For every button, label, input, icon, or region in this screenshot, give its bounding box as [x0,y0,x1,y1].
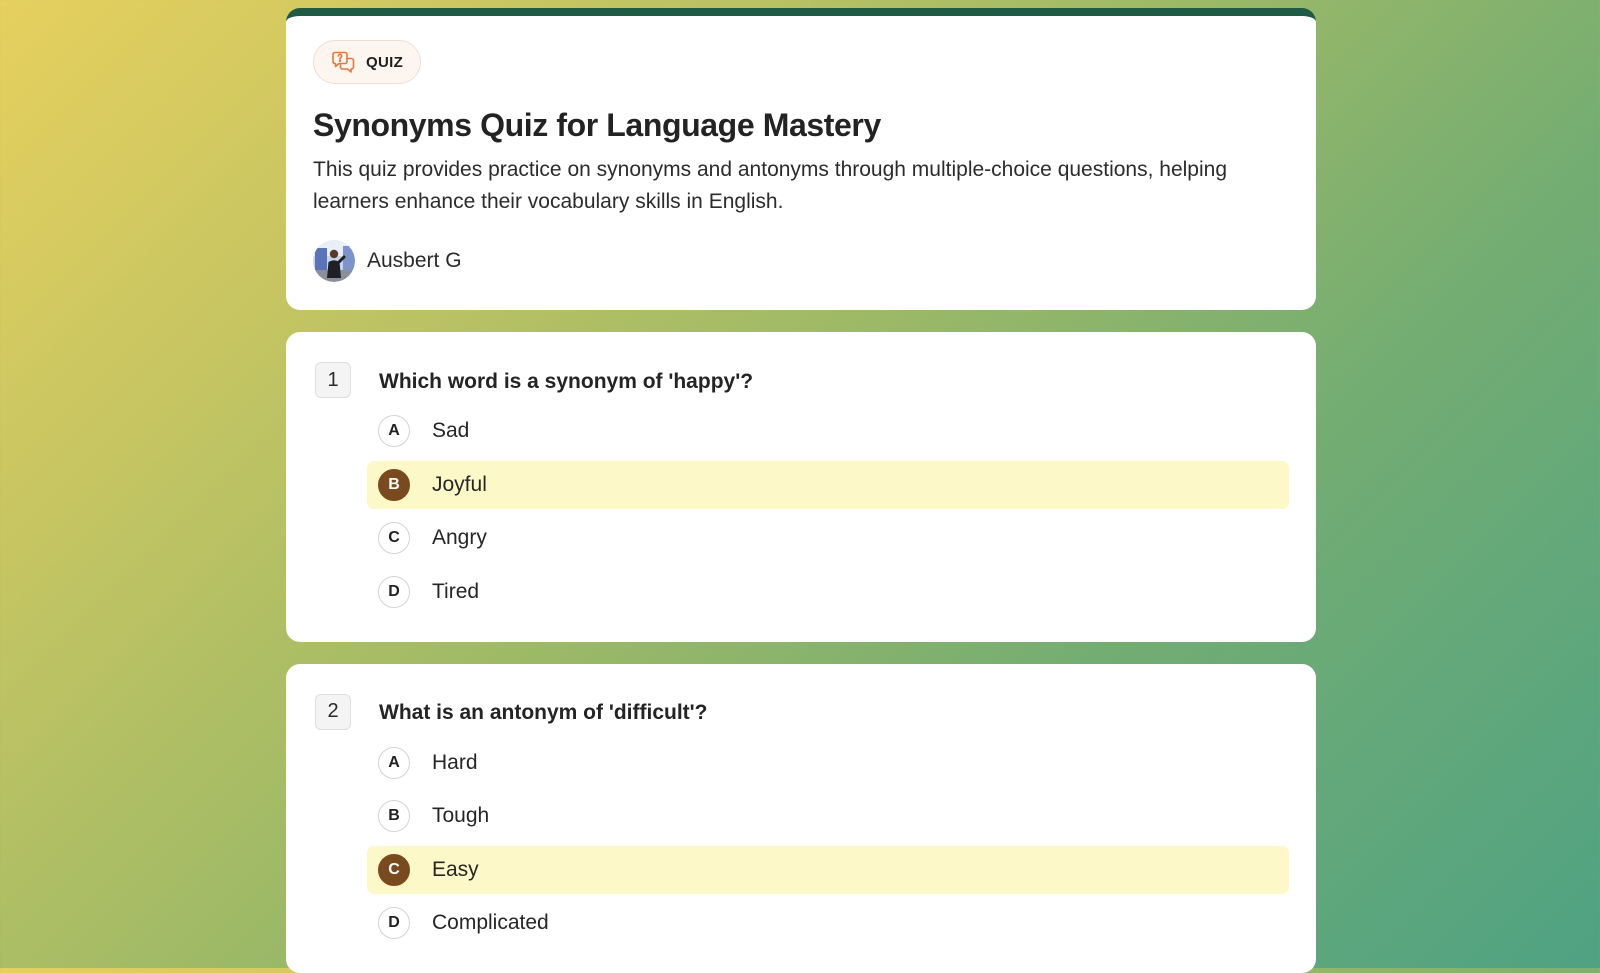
quiz-title: Synonyms Quiz for Language Mastery [313,106,1289,144]
author-info: Ausbert G [313,240,1289,282]
option-b[interactable]: B Tough [367,792,1289,840]
option-text: Easy [432,858,479,882]
question-header: 1 Which word is a synonym of 'happy'? [315,362,1289,398]
author-avatar [313,240,355,282]
option-letter: D [378,576,410,608]
option-letter: C [378,522,410,554]
options-list: A Sad B Joyful C Angry D Tired [367,407,1289,616]
question-header: 2 What is an antonym of 'difficult'? [315,694,1289,730]
option-a[interactable]: A Hard [367,739,1289,787]
option-text: Tough [432,804,489,828]
option-letter: A [378,415,410,447]
option-letter: B [378,469,410,501]
option-c[interactable]: C Easy [367,846,1289,894]
option-text: Sad [432,419,469,443]
question-number: 1 [315,362,351,398]
option-b[interactable]: B Joyful [367,461,1289,509]
quiz-column: QUIZ Synonyms Quiz for Language Mastery … [286,8,1316,973]
quiz-badge-label: QUIZ [366,54,403,71]
option-text: Angry [432,526,487,550]
option-a[interactable]: A Sad [367,407,1289,455]
question-number: 2 [315,694,351,730]
question-text: What is an antonym of 'difficult'? [379,701,707,725]
options-list: A Hard B Tough C Easy D Complicated [367,739,1289,948]
option-letter: D [378,907,410,939]
option-d[interactable]: D Complicated [367,899,1289,947]
question-chat-icon [331,51,356,74]
quiz-badge: QUIZ [313,40,421,84]
author-name: Ausbert G [367,249,462,273]
option-text: Tired [432,580,479,604]
option-c[interactable]: C Angry [367,514,1289,562]
question-card: 1 Which word is a synonym of 'happy'? A … [286,332,1316,642]
option-text: Joyful [432,473,487,497]
option-letter: A [378,747,410,779]
option-text: Complicated [432,911,549,935]
quiz-description: This quiz provides practice on synonyms … [313,154,1273,218]
option-d[interactable]: D Tired [367,568,1289,616]
question-card: 2 What is an antonym of 'difficult'? A H… [286,664,1316,973]
option-letter: B [378,800,410,832]
option-text: Hard [432,751,478,775]
option-letter: C [378,854,410,886]
quiz-header-card: QUIZ Synonyms Quiz for Language Mastery … [286,8,1316,310]
question-text: Which word is a synonym of 'happy'? [379,370,753,394]
